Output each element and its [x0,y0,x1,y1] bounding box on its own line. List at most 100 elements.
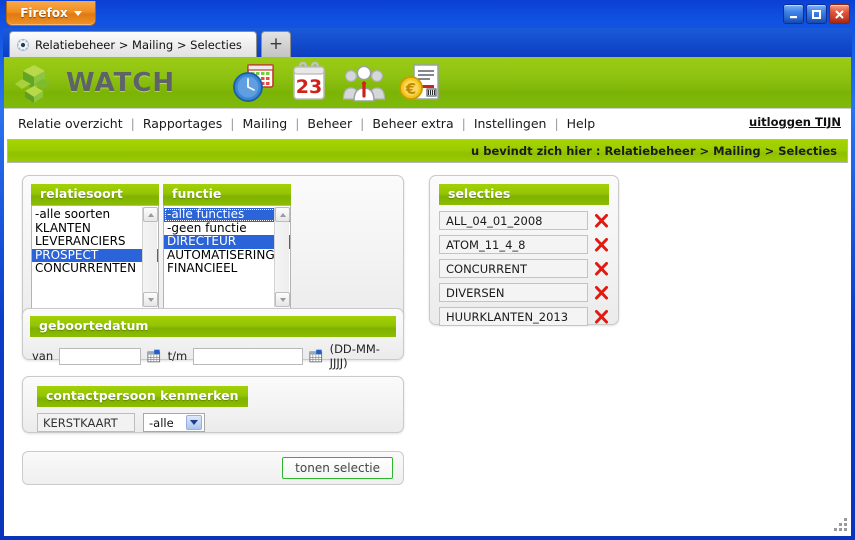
delete-x-icon[interactable] [594,237,609,253]
delete-x-icon[interactable] [594,309,609,325]
new-tab-label: + [268,34,284,54]
listbox-option[interactable]: KLANTEN [32,221,158,236]
selectie-name[interactable]: ATOM_11_4_8 [439,235,588,254]
close-button[interactable] [829,4,850,24]
scroll-up-button[interactable] [275,207,290,222]
browser-window: Firefox Relatiebeheer > Mailing > Select… [0,0,855,540]
chevron-down-icon [73,10,82,16]
geboortedatum-format-hint: (DD-MM-JJJJ) [329,342,380,370]
maximize-button[interactable] [806,4,827,24]
window-titlebar: Firefox [0,0,855,28]
new-tab-button[interactable]: + [261,31,291,57]
listbox-option-selected[interactable]: -alle functies [164,207,290,222]
chevron-down-icon [186,415,202,430]
selectie-name[interactable]: HUURKLANTEN_2013 [439,307,588,326]
scroll-up-button[interactable] [143,207,158,222]
euro-invoice-icon[interactable]: € [396,61,442,105]
calendar-picker-icon[interactable] [309,349,323,363]
selectie-row: CONCURRENT [439,259,609,278]
calendar-23-icon[interactable]: 23 [286,61,332,105]
main-navigation: Relatie overzicht | Rapportages | Mailin… [4,109,851,137]
status-bar [4,532,851,536]
selecties-header: selecties [439,184,609,205]
kenmerk-waarde-value: -alle [149,415,174,430]
firefox-menu-button[interactable]: Firefox [6,1,96,26]
relatiesoort-header: relatiesoort [31,184,159,205]
nav-separator: | [130,115,135,131]
site-logo[interactable]: WATCH [4,62,175,104]
nav-item-beheer-extra[interactable]: Beheer extra [372,116,453,131]
nav-item-rapportages[interactable]: Rapportages [143,116,222,131]
svg-text:23: 23 [296,76,322,98]
selectie-row: ALL_04_01_2008 [439,211,609,230]
relatiesoort-scrollbar[interactable] [142,207,158,307]
watch-logo-icon [15,64,52,103]
listbox-option-selected[interactable]: PROSPECT [32,248,158,262]
svg-text:€: € [405,80,416,98]
selectie-name[interactable]: CONCURRENT [439,259,588,278]
breadcrumb: u bevindt zich hier : Relatiebeheer > Ma… [7,139,848,163]
header-icon-group: 23 € [231,61,442,105]
nav-item-relatie-overzicht[interactable]: Relatie overzicht [18,116,123,131]
page-viewport: WATCH 23 € Relatie overzicht | Rapportag… [4,57,851,532]
people-group-icon[interactable] [341,61,387,105]
listbox-option-selected[interactable]: DIRECTEUR [164,234,290,249]
page-content: relatiesoort -alle soorten KLANTEN LEVER… [4,163,851,531]
browser-tab-title: Relatiebeheer > Mailing > Selecties [35,37,242,52]
tonen-selectie-button[interactable]: tonen selectie [282,457,393,479]
listbox-option[interactable]: AUTOMATISERING [164,248,290,263]
listbox-option[interactable]: -geen functie [164,221,290,236]
nav-separator: | [230,115,235,131]
filter-panel-geboortedatum: geboortedatum van t/m (DD-MM-JJJJ) [22,308,404,370]
scroll-down-button[interactable] [275,292,290,307]
geboortedatum-tm-input[interactable] [193,347,304,365]
geboortedatum-van-input[interactable] [59,347,142,365]
nav-item-help[interactable]: Help [567,116,596,131]
kenmerk-field[interactable]: KERSTKAART [37,413,135,432]
contactpersoon-header: contactpersoon kenmerken [37,386,248,407]
nav-item-mailing[interactable]: Mailing [242,116,287,131]
nav-separator: | [295,115,300,131]
delete-x-icon[interactable] [594,261,609,277]
delete-x-icon[interactable] [594,213,609,229]
relatiesoort-listbox[interactable]: -alle soorten KLANTEN LEVERANCIERS PROSP… [31,205,159,309]
selectie-row: DIVERSEN [439,283,609,302]
functie-listbox[interactable]: -alle functies -geen functie DIRECTEUR A… [163,205,291,309]
filter-panel-contactpersoon: contactpersoon kenmerken KERSTKAART -all… [22,376,404,433]
nav-item-beheer[interactable]: Beheer [307,116,352,131]
delete-x-icon[interactable] [594,285,609,301]
loading-spinner-icon [16,38,30,51]
listbox-option[interactable]: CONCURRENTEN [32,261,158,276]
selectie-row: ATOM_11_4_8 [439,235,609,254]
browser-tab[interactable]: Relatiebeheer > Mailing > Selecties [9,31,257,57]
resize-grip[interactable] [834,518,847,531]
logout-link[interactable]: uitloggen TIJN [749,115,841,129]
listbox-option[interactable]: FINANCIEEL [164,261,290,276]
nav-separator: | [461,115,466,131]
selectie-row: HUURKLANTEN_2013 [439,307,609,326]
nav-item-instellingen[interactable]: Instellingen [474,116,547,131]
calendar-picker-icon[interactable] [147,349,161,363]
window-controls [783,4,850,24]
minimize-button[interactable] [783,4,804,24]
geboortedatum-van-label: van [32,349,54,363]
functie-header: functie [163,184,291,205]
geboortedatum-tm-label: t/m [167,349,188,363]
nav-separator: | [554,115,559,131]
clock-calendar-icon[interactable] [231,61,277,105]
scroll-down-button[interactable] [143,292,158,307]
selecties-panel: selecties ALL_04_01_2008 ATOM_11_4_8 CON… [429,175,619,326]
site-logo-text: WATCH [66,67,176,98]
site-header: WATCH 23 € [4,57,851,109]
listbox-option[interactable]: -alle soorten [32,207,158,222]
tab-strip: Relatiebeheer > Mailing > Selecties + [3,28,852,57]
selectie-name[interactable]: ALL_04_01_2008 [439,211,588,230]
geboortedatum-header: geboortedatum [30,316,396,337]
breadcrumb-text: u bevindt zich hier : Relatiebeheer > Ma… [471,144,837,158]
listbox-option[interactable]: LEVERANCIERS [32,234,158,249]
firefox-menu-label: Firefox [20,6,68,20]
functie-scrollbar[interactable] [274,207,290,307]
kenmerk-waarde-select[interactable]: -alle [143,413,205,432]
action-bar: tonen selectie [22,451,404,485]
selectie-name[interactable]: DIVERSEN [439,283,588,302]
